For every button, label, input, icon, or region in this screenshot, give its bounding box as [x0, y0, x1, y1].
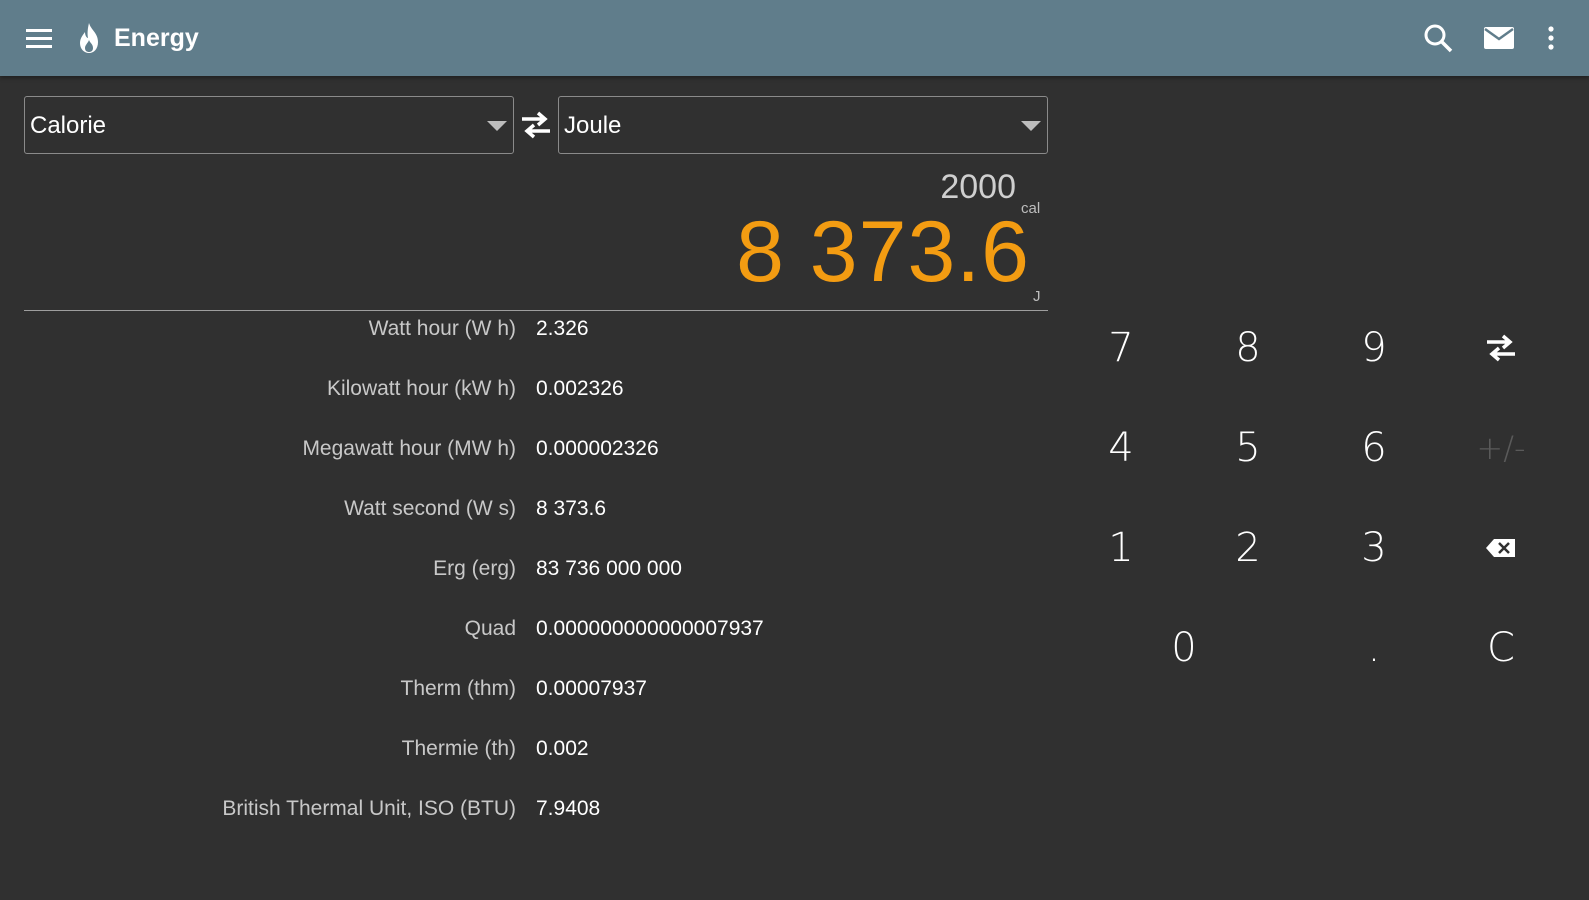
key-8[interactable]: 8: [1193, 308, 1303, 388]
result-unit-label: Watt hour (W h): [368, 317, 516, 340]
from-unit-value: Calorie: [30, 112, 107, 139]
swap-key[interactable]: [1446, 308, 1556, 388]
key-1[interactable]: 1: [1066, 508, 1176, 588]
result-row[interactable]: Watt second (W s) 8 373.6: [0, 489, 1048, 529]
overflow-menu-icon[interactable]: [1538, 0, 1564, 76]
backspace-icon: [1486, 539, 1515, 557]
result-unit-label: Megawatt hour (MW h): [302, 437, 516, 460]
input-value: 2000: [940, 168, 1016, 206]
result-unit-label: Thermie (th): [401, 737, 516, 760]
key-0[interactable]: 0: [1129, 608, 1239, 688]
result-unit-label: Quad: [464, 617, 516, 640]
result-row[interactable]: Quad 0.000000000000007937: [0, 609, 1048, 649]
key-5[interactable]: 5: [1193, 408, 1303, 488]
plus-minus-key[interactable]: +/-: [1446, 408, 1556, 488]
result-unit-label: Kilowatt hour (kW h): [326, 377, 516, 400]
result-unit-value: 83 736 000 000: [536, 557, 682, 580]
swap-units-icon[interactable]: [520, 110, 552, 140]
chevron-down-icon: [1021, 121, 1041, 131]
result-unit-label: Watt second (W s): [344, 497, 516, 520]
result-unit-label: Therm (thm): [400, 677, 517, 700]
chevron-down-icon: [487, 121, 507, 131]
result-unit-value: 0.002: [536, 737, 589, 760]
search-icon[interactable]: [1420, 0, 1456, 76]
flame-icon: [74, 0, 104, 76]
key-6[interactable]: 6: [1319, 408, 1429, 488]
result-unit-label: British Thermal Unit, ISO (BTU): [222, 797, 516, 820]
result-unit-value: 0.000000000000007937: [536, 617, 764, 640]
mail-icon[interactable]: [1482, 0, 1516, 76]
result-unit-value: 2.326: [536, 317, 589, 340]
toolbar-title: Energy: [114, 24, 199, 52]
key-4[interactable]: 4: [1066, 408, 1176, 488]
backspace-key[interactable]: [1446, 508, 1556, 588]
result-row[interactable]: Thermie (th) 0.002: [0, 729, 1048, 769]
result-row[interactable]: Watt hour (W h) 2.326: [0, 309, 1048, 349]
from-unit-select[interactable]: Calorie: [24, 96, 514, 154]
decimal-key[interactable]: .: [1319, 608, 1429, 688]
key-3[interactable]: 3: [1319, 508, 1429, 588]
swap-icon: [1487, 334, 1515, 362]
result-row[interactable]: British Thermal Unit, ISO (BTU) 7.9408: [0, 789, 1048, 829]
result-row[interactable]: Kilowatt hour (kW h) 0.002326: [0, 369, 1048, 409]
result-unit-label: Erg (erg): [433, 557, 516, 580]
menu-icon[interactable]: [22, 0, 56, 76]
result-unit-value: 0.000002326: [536, 437, 659, 460]
result-unit-value: 0.00007937: [536, 677, 647, 700]
key-9[interactable]: 9: [1319, 308, 1429, 388]
clear-key[interactable]: C: [1446, 608, 1556, 688]
app-toolbar: Energy: [0, 0, 1589, 76]
result-unit-value: 8 373.6: [536, 497, 607, 520]
result-row[interactable]: Erg (erg) 83 736 000 000: [0, 549, 1048, 589]
result-row[interactable]: Therm (thm) 0.00007937: [0, 669, 1048, 709]
to-unit-select[interactable]: Joule: [558, 96, 1048, 154]
result-unit-value: 7.9408: [536, 797, 601, 820]
result-unit-value: 0.002326: [536, 377, 624, 400]
key-2[interactable]: 2: [1193, 508, 1303, 588]
key-7[interactable]: 7: [1066, 308, 1176, 388]
result-value: 8 373.6: [736, 204, 1030, 300]
result-row[interactable]: Megawatt hour (MW h) 0.000002326: [0, 429, 1048, 469]
result-unit: J: [1033, 288, 1041, 305]
to-unit-value: Joule: [564, 112, 622, 139]
